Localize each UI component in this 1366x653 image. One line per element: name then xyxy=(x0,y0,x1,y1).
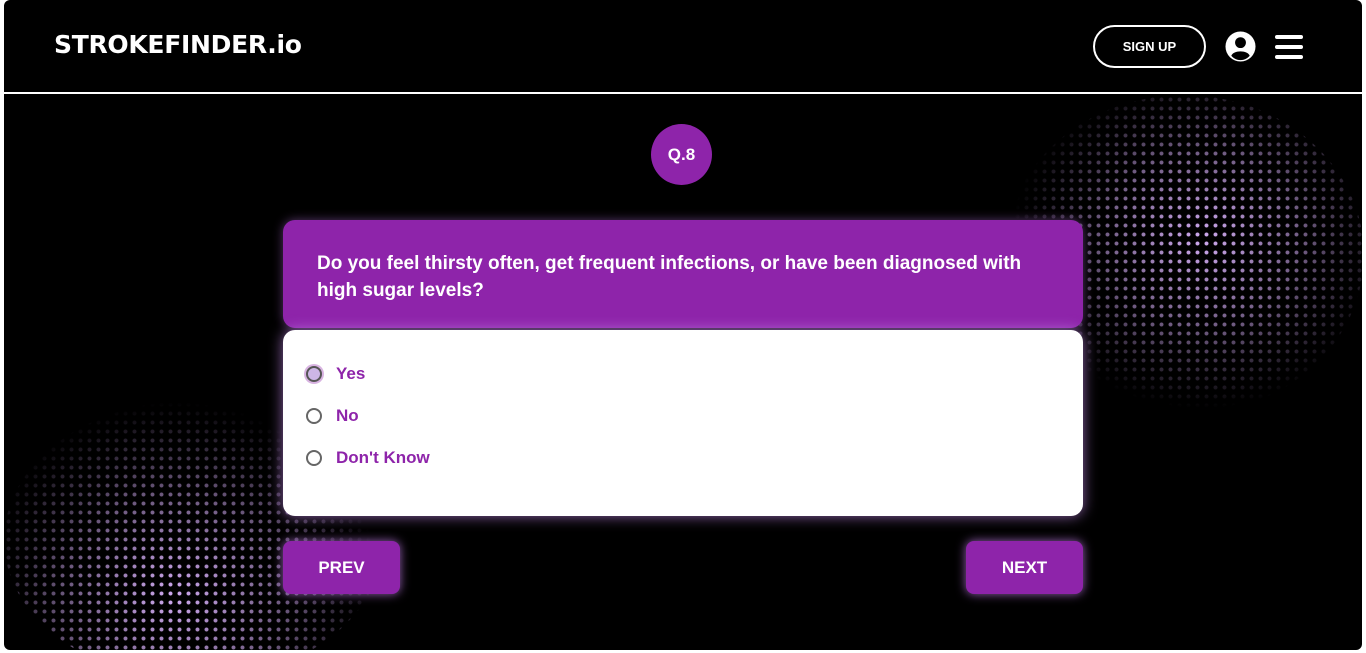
radio-button[interactable] xyxy=(306,450,322,466)
prev-button[interactable]: PREV xyxy=(283,541,400,594)
option-yes[interactable]: Yes xyxy=(306,362,365,386)
radio-button[interactable] xyxy=(306,408,322,424)
question-number-badge: Q.8 xyxy=(651,124,712,185)
option-dont-know[interactable]: Don't Know xyxy=(306,446,430,470)
app-frame: STROKEFINDER.io SIGN UP Q.8 Do you feel … xyxy=(4,0,1362,650)
question-card: Do you feel thirsty often, get frequent … xyxy=(283,220,1083,328)
options-card: Yes No Don't Know xyxy=(283,330,1083,516)
option-label[interactable]: Yes xyxy=(336,364,365,384)
signup-button[interactable]: SIGN UP xyxy=(1093,25,1206,68)
question-text: Do you feel thirsty often, get frequent … xyxy=(317,253,1022,301)
hamburger-menu-icon[interactable] xyxy=(1275,35,1303,59)
next-button[interactable]: NEXT xyxy=(966,541,1083,594)
option-label[interactable]: No xyxy=(336,406,359,426)
option-no[interactable]: No xyxy=(306,404,359,428)
user-circle-icon[interactable] xyxy=(1225,31,1256,62)
radio-button-selected[interactable] xyxy=(306,366,322,382)
brand-logo[interactable]: STROKEFINDER.io xyxy=(54,30,302,59)
option-label[interactable]: Don't Know xyxy=(336,448,430,468)
top-navbar: STROKEFINDER.io SIGN UP xyxy=(4,0,1362,94)
